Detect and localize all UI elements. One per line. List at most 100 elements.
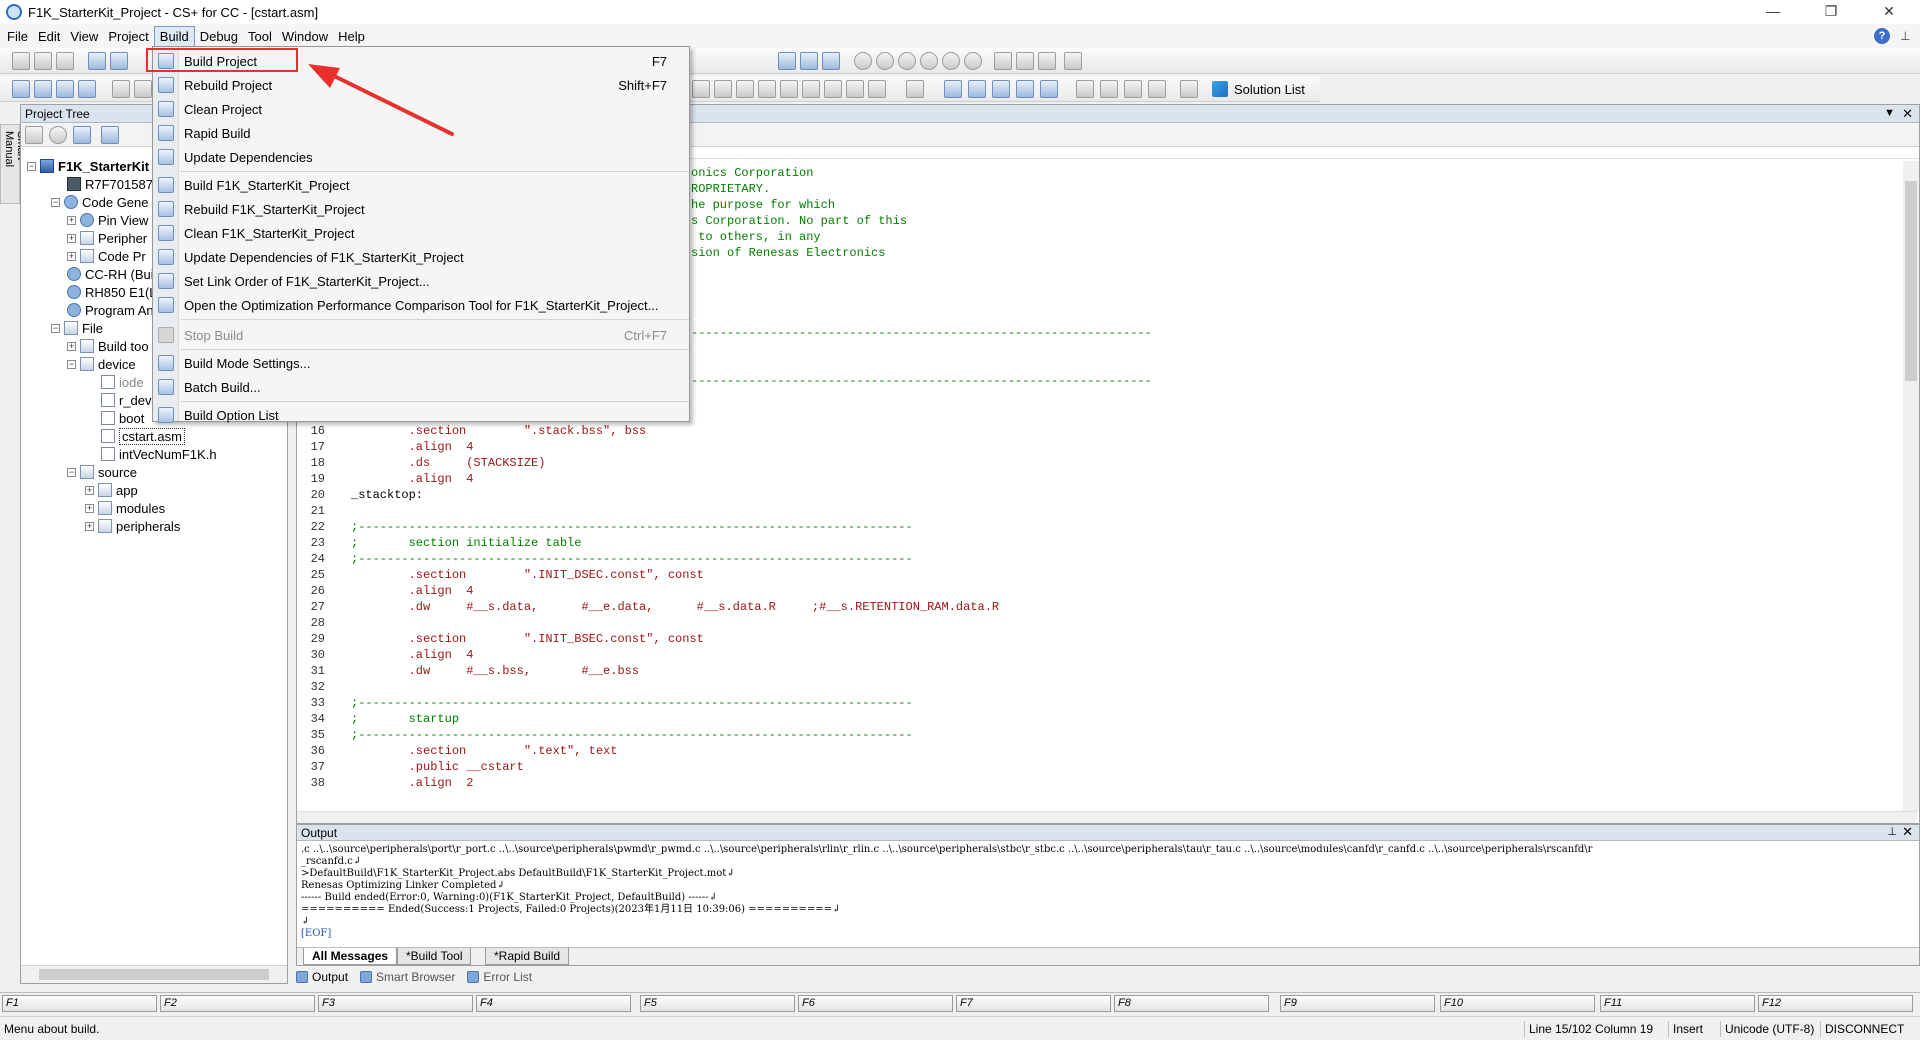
tab-build-tool[interactable]: *Build Tool	[397, 948, 472, 965]
expand-icon[interactable]: +	[85, 485, 94, 495]
menu-item-open-the-optimization-performance-comparison-tool-for-f1k-starterkit-project[interactable]: Open the Optimization Performance Compar…	[153, 293, 689, 317]
tree-item[interactable]: − source	[67, 463, 137, 481]
stop-icon[interactable]	[854, 52, 872, 70]
function-key[interactable]: F8	[1114, 995, 1269, 1012]
refresh-icon[interactable]	[101, 126, 119, 144]
rebuild-tool-icon[interactable]	[34, 80, 52, 98]
menu-file[interactable]: File	[2, 27, 33, 46]
menu-item-build-option-list[interactable]: Build Option List	[153, 403, 689, 427]
watch-icon[interactable]	[714, 80, 732, 98]
tree-item[interactable]: + Peripher	[67, 229, 147, 247]
menu-view[interactable]: View	[65, 27, 103, 46]
help-icon[interactable]: ?	[1874, 28, 1890, 44]
menu-build[interactable]: Build	[153, 25, 195, 47]
trace-icon[interactable]	[868, 80, 886, 98]
pin-icon[interactable]: ⊥	[1887, 825, 1897, 838]
cut-icon[interactable]	[12, 52, 30, 70]
minimize-button[interactable]: —	[1750, 0, 1796, 24]
disasm-icon[interactable]	[846, 80, 864, 98]
pin-icon[interactable]: ⊥	[1900, 29, 1914, 43]
menu-help[interactable]: Help	[333, 27, 370, 46]
tree-item[interactable]: intVecNumF1K.h	[101, 445, 217, 463]
restore-button[interactable]: ❐	[1808, 0, 1854, 24]
collapse-icon[interactable]: −	[67, 467, 76, 477]
output-text[interactable]: .c ..\..\source\peripherals\port\r_port.…	[297, 842, 1901, 946]
menu-debug[interactable]: Debug	[195, 27, 243, 46]
reset-icon[interactable]	[822, 52, 840, 70]
close-button[interactable]: ✕	[1866, 0, 1912, 24]
editor-vertical-scrollbar[interactable]	[1903, 161, 1919, 811]
io-icon[interactable]	[824, 80, 842, 98]
step-over-icon[interactable]	[942, 52, 960, 70]
graph-icon[interactable]	[1040, 80, 1058, 98]
tree-item[interactable]: boot	[101, 409, 144, 427]
timer-icon[interactable]	[968, 80, 986, 98]
tree-item[interactable]: Program An	[67, 301, 154, 319]
tab-output[interactable]: Output	[296, 970, 348, 984]
tree-item-selected[interactable]: cstart.asm	[101, 427, 185, 445]
expand-icon[interactable]: +	[85, 503, 94, 513]
analysis-icon[interactable]	[992, 80, 1010, 98]
tool-icon[interactable]	[1064, 52, 1082, 70]
expand-icon[interactable]: +	[67, 251, 76, 261]
go-icon[interactable]	[876, 52, 894, 70]
download-icon[interactable]	[800, 52, 818, 70]
solution-list-button[interactable]: Solution List	[1212, 79, 1305, 99]
debug-tool-icon[interactable]	[778, 52, 796, 70]
menu-item-stop-build[interactable]: Stop Build Ctrl+F7	[153, 323, 689, 347]
restart-icon[interactable]	[1016, 52, 1034, 70]
collapse-icon[interactable]: −	[51, 323, 60, 333]
window-icon[interactable]	[1076, 80, 1094, 98]
expand-icon[interactable]: +	[67, 215, 76, 225]
function-key[interactable]: F1	[2, 995, 157, 1012]
tab-all-messages[interactable]: All Messages	[303, 948, 398, 965]
tree-item[interactable]: RH850 E1(L	[67, 283, 157, 301]
tree-item[interactable]: CC-RH (Buil	[67, 265, 157, 283]
menu-item-clean-f1k-starterkit-project[interactable]: Clean F1K_StarterKit_Project	[153, 221, 689, 245]
redo-icon[interactable]	[110, 52, 128, 70]
step-in-icon[interactable]	[920, 52, 938, 70]
function-key[interactable]: F11	[1600, 995, 1755, 1012]
batch-icon[interactable]	[134, 80, 152, 98]
disconnect-icon[interactable]	[1038, 52, 1056, 70]
sort-icon[interactable]	[25, 126, 43, 144]
view-icon[interactable]	[692, 80, 710, 98]
menu-item-build-f1k-starterkit-project[interactable]: Build F1K_StarterKit_Project	[153, 173, 689, 197]
return-icon[interactable]	[964, 52, 982, 70]
split-icon[interactable]	[1100, 80, 1118, 98]
tree-horizontal-scrollbar[interactable]	[21, 965, 287, 983]
expand-icon[interactable]: +	[85, 521, 94, 531]
paste-icon[interactable]	[56, 52, 74, 70]
expand-icon[interactable]: +	[67, 233, 76, 243]
callstack-icon[interactable]	[802, 80, 820, 98]
menu-item-set-link-order-of-f1k-starterkit-project[interactable]: Set Link Order of F1K_StarterKit_Project…	[153, 269, 689, 293]
function-key[interactable]: F5	[640, 995, 795, 1012]
tree-item[interactable]: − Code Gene	[51, 193, 149, 211]
build-tool-icon[interactable]	[12, 80, 30, 98]
comment-icon[interactable]	[1124, 80, 1142, 98]
clean-tool-icon[interactable]	[56, 80, 74, 98]
copy-icon[interactable]	[34, 52, 52, 70]
scrollbar-thumb[interactable]	[1905, 181, 1917, 381]
event-icon[interactable]	[944, 80, 962, 98]
undo-icon[interactable]	[88, 52, 106, 70]
function-key[interactable]: F10	[1440, 995, 1595, 1012]
tree-item[interactable]: + Build too	[67, 337, 149, 355]
register-icon[interactable]	[758, 80, 776, 98]
menu-project[interactable]: Project	[103, 27, 153, 46]
tree-item[interactable]: + peripherals	[85, 517, 180, 535]
function-key[interactable]: F4	[476, 995, 631, 1012]
function-key[interactable]: F7	[956, 995, 1111, 1012]
close-icon[interactable]: ✕	[1902, 824, 1913, 840]
tree-item[interactable]: + Code Pr	[67, 247, 146, 265]
collapse-icon[interactable]: −	[27, 161, 36, 171]
tree-item[interactable]: − F1K_StarterKit	[27, 157, 149, 175]
close-icon[interactable]: ✕	[1902, 106, 1913, 122]
menu-edit[interactable]: Edit	[33, 27, 65, 46]
menu-window[interactable]: Window	[277, 27, 333, 46]
menu-tool[interactable]: Tool	[243, 27, 277, 46]
tab-rapid-build[interactable]: *Rapid Build	[485, 948, 570, 965]
tree-item[interactable]: r_dev	[101, 391, 152, 409]
tree-item[interactable]: − File	[51, 319, 103, 337]
menu-item-batch-build[interactable]: Batch Build...	[153, 375, 689, 399]
